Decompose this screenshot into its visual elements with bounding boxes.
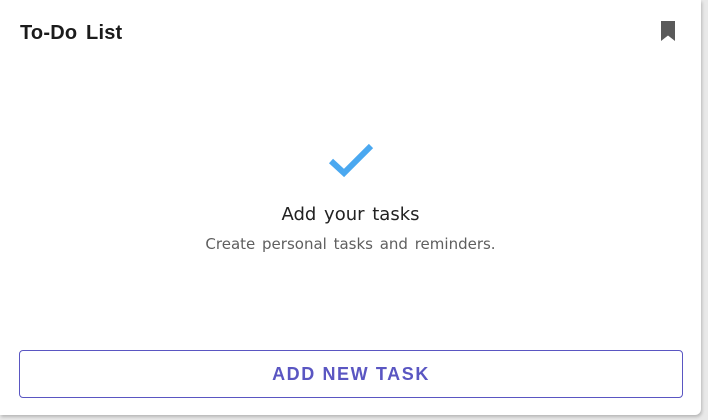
checkmark-icon [328,143,373,178]
card-header: To-Do List [20,20,681,48]
card-title: To-Do List [20,22,123,44]
empty-state-subtitle: Create personal tasks and reminders. [205,235,496,253]
empty-state: Add your tasks Create personal tasks and… [0,140,701,254]
empty-state-title: Add your tasks [281,204,420,225]
todo-card: To-Do List Add your tasks Create persona… [0,0,701,415]
add-new-task-button[interactable]: ADD NEW TASK [19,350,683,398]
bookmark-icon[interactable] [660,21,676,41]
